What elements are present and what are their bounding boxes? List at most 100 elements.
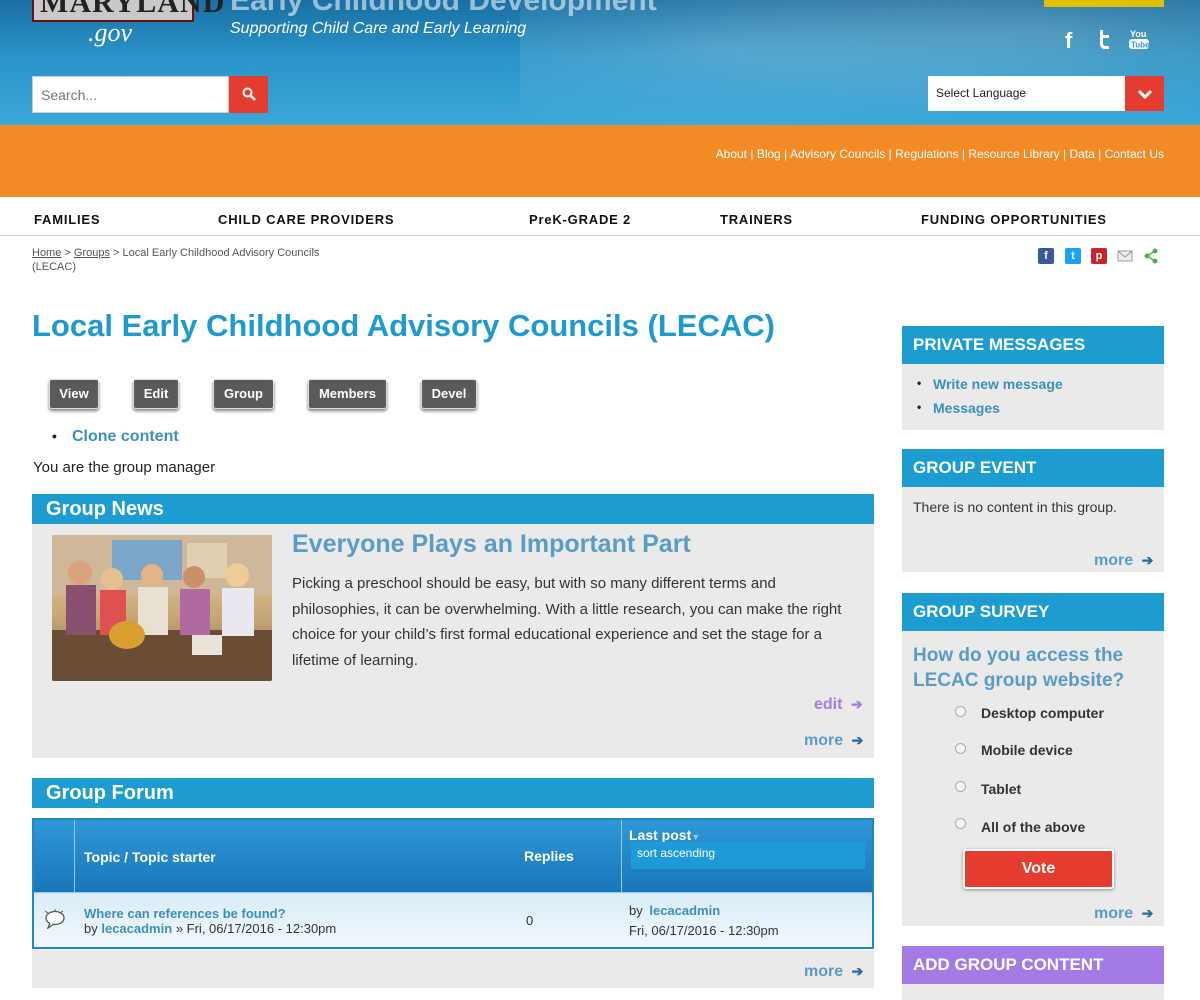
chat-bubble-icon <box>43 909 67 934</box>
nav-trainers[interactable]: TRAINERS <box>720 212 793 227</box>
add-group-content-panel <box>902 984 1164 1000</box>
svg-text:Tube: Tube <box>1131 41 1150 50</box>
language-dropdown-button[interactable] <box>1125 76 1164 111</box>
group-manager-note: You are the group manager <box>33 459 216 476</box>
survey-radio-mobile[interactable] <box>955 743 966 754</box>
nav-child-care-providers[interactable]: CHILD CARE PROVIDERS <box>218 212 394 227</box>
news-more-label: more <box>804 732 844 749</box>
topic-author-link[interactable]: lecacadmin <box>101 921 172 936</box>
utility-links: About | Blog | Advisory Councils | Regul… <box>715 147 1164 161</box>
forum-topic-starter: by lecacadmin » Fri, 06/17/2016 - 12:30p… <box>84 921 336 936</box>
award-badge <box>1044 0 1164 7</box>
arrow-right-icon: ➔ <box>1141 905 1154 921</box>
column-last-post-label: Last post <box>629 827 692 843</box>
forum-topic-link[interactable]: Where can references be found? <box>84 906 286 921</box>
last-post-author-link[interactable]: lecacadmin <box>649 903 720 918</box>
forum-more-link[interactable]: more ➔ <box>804 963 863 981</box>
sort-ascending-tooltip[interactable]: sort ascending <box>631 842 865 869</box>
forum-last-post-date: Fri, 06/17/2016 - 12:30pm <box>629 923 779 938</box>
tab-devel[interactable]: Devel <box>421 379 477 409</box>
logo-text: MARYLAND <box>40 0 226 19</box>
util-link-resource-library[interactable]: Resource Library <box>968 147 1059 161</box>
sort-down-icon: ▼ <box>691 832 701 842</box>
group-survey-heading: GROUP SURVEY <box>902 593 1164 631</box>
site-title[interactable]: Early Childhood Development <box>230 0 657 18</box>
search-button[interactable] <box>229 76 268 113</box>
facebook-icon[interactable]: f <box>1065 28 1072 54</box>
group-survey-more-label: more <box>1094 905 1134 922</box>
group-event-heading: GROUP EVENT <box>902 449 1164 487</box>
survey-option-mobile[interactable]: Mobile device <box>981 742 1073 758</box>
twitter-icon[interactable] <box>1096 28 1116 56</box>
survey-radio-all[interactable] <box>955 818 966 829</box>
search-input[interactable] <box>32 76 229 113</box>
youtube-icon[interactable]: You Tube <box>1128 28 1150 56</box>
news-photo[interactable] <box>52 535 272 681</box>
arrow-right-icon: ➔ <box>851 732 864 748</box>
topic-by: by <box>84 921 98 936</box>
utility-bar: About | Blog | Advisory Councils | Regul… <box>0 125 1200 197</box>
util-link-contact-us[interactable]: Contact Us <box>1105 147 1164 161</box>
site-tagline: Supporting Child Care and Early Learning <box>230 20 527 37</box>
forum-replies-count: 0 <box>526 913 534 928</box>
news-edit-link[interactable]: edit ➔ <box>814 696 863 714</box>
util-link-about[interactable]: About <box>716 147 747 161</box>
messages-link[interactable]: Messages <box>917 400 1000 416</box>
add-group-content-heading: ADD GROUP CONTENT <box>902 946 1164 984</box>
facebook-share-icon[interactable]: f <box>1038 248 1054 264</box>
private-messages-heading: PRIVATE MESSAGES <box>902 326 1164 364</box>
survey-option-all[interactable]: All of the above <box>981 819 1085 835</box>
forum-more-label: more <box>804 963 844 980</box>
group-event-more-link[interactable]: more ➔ <box>1094 552 1153 570</box>
group-news-heading: Group News <box>32 494 874 524</box>
forum-table-header: Topic / Topic starter Replies Last post▼… <box>34 820 872 892</box>
group-survey-more-link[interactable]: more ➔ <box>1094 905 1153 923</box>
arrow-right-icon: ➔ <box>1141 552 1154 568</box>
group-event-more-label: more <box>1094 552 1134 569</box>
breadcrumb-home[interactable]: Home <box>32 247 61 259</box>
tab-view[interactable]: View <box>49 379 99 409</box>
util-link-blog[interactable]: Blog <box>757 147 781 161</box>
site-header: MARYLAND .gov Early Childhood Developmen… <box>0 0 1200 125</box>
survey-option-tablet[interactable]: Tablet <box>981 781 1021 797</box>
column-last-post[interactable]: Last post▼ <box>629 827 700 843</box>
survey-option-desktop[interactable]: Desktop computer <box>981 705 1104 721</box>
language-select[interactable]: Select Language <box>928 76 1125 111</box>
news-article-text: Picking a preschool should be easy, but … <box>292 575 842 669</box>
news-edit-label: edit <box>814 696 843 713</box>
nav-prek-grade-2[interactable]: PreK-GRADE 2 <box>529 212 631 227</box>
last-post-by: by <box>629 903 643 918</box>
email-share-icon[interactable] <box>1117 248 1133 264</box>
arrow-right-icon: ➔ <box>850 696 863 712</box>
news-more-link[interactable]: more ➔ <box>804 732 863 750</box>
util-link-data[interactable]: Data <box>1069 147 1094 161</box>
svg-text:You: You <box>1130 29 1146 39</box>
nav-funding-opportunities[interactable]: FUNDING OPPORTUNITIES <box>921 212 1107 227</box>
column-replies[interactable]: Replies <box>524 848 574 864</box>
breadcrumb-separator: > <box>64 247 71 259</box>
survey-radio-desktop[interactable] <box>955 706 966 717</box>
breadcrumb-groups[interactable]: Groups <box>74 247 110 259</box>
util-link-advisory-councils[interactable]: Advisory Councils <box>790 147 885 161</box>
main-nav: FAMILIES CHILD CARE PROVIDERS PreK-GRADE… <box>0 197 1200 236</box>
table-row[interactable]: Where can references be found? by lecaca… <box>34 892 872 947</box>
util-link-regulations[interactable]: Regulations <box>895 147 958 161</box>
column-topic[interactable]: Topic / Topic starter <box>84 849 216 865</box>
clone-content-link[interactable]: Clone content <box>52 428 179 446</box>
share-icon[interactable] <box>1143 248 1159 264</box>
nav-families[interactable]: FAMILIES <box>34 212 100 227</box>
tab-members[interactable]: Members <box>308 379 387 409</box>
tab-group[interactable]: Group <box>213 379 274 409</box>
twitter-share-icon[interactable]: t <box>1065 248 1081 264</box>
tab-edit[interactable]: Edit <box>133 379 179 409</box>
survey-radio-tablet[interactable] <box>955 781 966 792</box>
private-messages-panel <box>902 364 1164 430</box>
news-article-title[interactable]: Everyone Plays an Important Part <box>292 530 691 559</box>
forum-footer <box>32 950 874 988</box>
breadcrumb-separator: > <box>113 247 120 259</box>
breadcrumb: Home > Groups > Local Early Childhood Ad… <box>32 246 332 274</box>
pinterest-share-icon[interactable]: p <box>1091 248 1107 264</box>
write-new-message-link[interactable]: Write new message <box>917 376 1063 392</box>
group-forum-heading: Group Forum <box>32 778 874 808</box>
vote-button[interactable]: Vote <box>963 849 1114 889</box>
